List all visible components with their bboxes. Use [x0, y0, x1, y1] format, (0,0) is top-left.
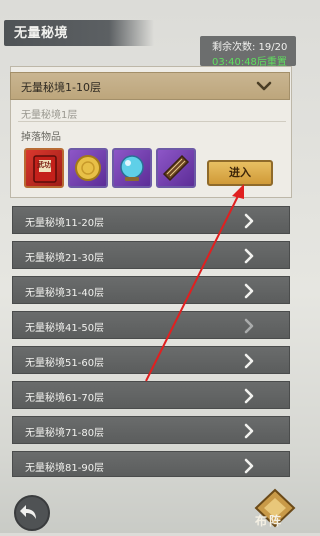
- floor-row-21-30[interactable]: 无量秘境21-30层: [12, 241, 290, 269]
- scroll-book-icon[interactable]: 武功: [24, 148, 64, 188]
- chevron-right-icon: [244, 213, 254, 229]
- floor-row-61-70[interactable]: 无量秘境61-70层: [12, 381, 290, 409]
- chevron-down-icon: [256, 81, 272, 91]
- formation-label: 布阵: [255, 514, 284, 528]
- zither-graphic: [162, 154, 190, 182]
- chevron-right-icon: [244, 353, 254, 369]
- floor-row-51-60[interactable]: 无量秘境51-60层: [12, 346, 290, 374]
- chevron-right-icon: [244, 388, 254, 404]
- drops-label: 掉落物品: [21, 132, 61, 143]
- page-title: 无量秘境: [14, 26, 69, 41]
- gold-coin-graphic: [75, 155, 101, 181]
- floor-row-31-40[interactable]: 无量秘境31-40层: [12, 276, 290, 304]
- chevron-right-icon: [244, 318, 254, 334]
- chevron-right-icon: [244, 423, 254, 439]
- enter-button[interactable]: 进入: [207, 160, 273, 186]
- chevron-right-icon: [244, 283, 254, 299]
- zither-icon[interactable]: [156, 148, 196, 188]
- floor-group-label: 无量秘境1-10层: [21, 81, 101, 94]
- floor-group-header[interactable]: 无量秘境1-10层: [10, 72, 290, 100]
- floor-row-71-80[interactable]: 无量秘境71-80层: [12, 416, 290, 444]
- floor-row-label: 无量秘境11-20层: [25, 218, 105, 229]
- floor-row-label: 无量秘境61-70层: [25, 393, 105, 404]
- crystal-orb-graphic: [120, 155, 144, 181]
- floor-sub-label: 无量秘境1层: [21, 110, 78, 121]
- floor-row-label: 无量秘境51-60层: [25, 358, 105, 369]
- floor-row-11-20[interactable]: 无量秘境11-20层: [12, 206, 290, 234]
- back-arrow-icon: [20, 505, 36, 519]
- floor-row-41-50[interactable]: 无量秘境41-50层: [12, 311, 290, 339]
- floor-row-label: 无量秘境31-40层: [25, 288, 105, 299]
- floor-row-label: 无量秘境71-80层: [25, 428, 105, 439]
- crystal-orb-icon[interactable]: [112, 148, 152, 188]
- top-bar: 无量秘境 剩余次数: 19/20 03:40:48后重置: [0, 0, 300, 68]
- floor-row-label: 无量秘境41-50层: [25, 323, 105, 334]
- floor-row-81-90[interactable]: 无量秘境81-90层: [12, 451, 290, 477]
- floor-row-label: 无量秘境81-90层: [25, 463, 105, 474]
- drop-item-text: 武功: [37, 161, 51, 169]
- divider: [18, 121, 286, 122]
- remaining-count: 剩余次数: 19/20: [212, 42, 288, 53]
- back-button[interactable]: [14, 495, 50, 531]
- chevron-right-icon: [244, 248, 254, 264]
- chevron-right-icon: [244, 458, 254, 474]
- floor-row-label: 无量秘境21-30层: [25, 253, 105, 264]
- gold-coin-icon[interactable]: [68, 148, 108, 188]
